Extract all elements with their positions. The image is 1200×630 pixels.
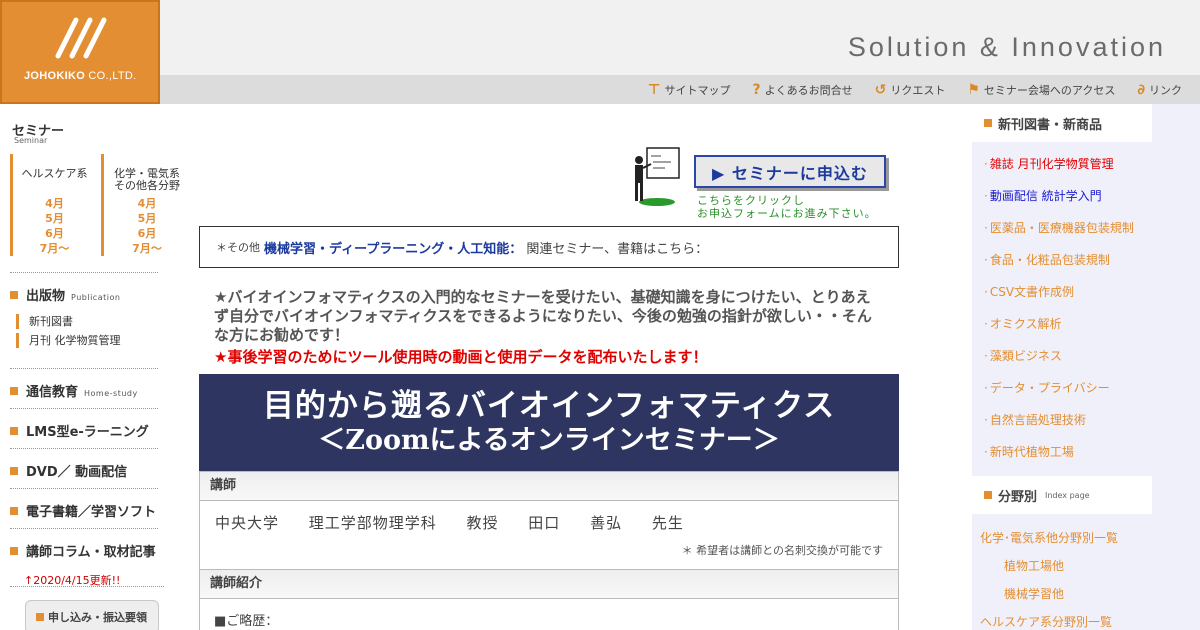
bullet-icon [10,507,18,515]
new-item-statistics-video[interactable]: · 動画配信 統計学入門 [972,180,1152,212]
intro-red-text: ★事後学習のためにツール使用時の動画と使用データを配布いたします！ [214,348,708,366]
question-icon: ? [752,81,761,98]
chemistry-heading[interactable]: 化学・電気系 その他各分野 [104,154,190,196]
course-title-banner: 目的から遡るバイオインフォマティクス ＜Zoomによるオンラインセミナー＞ [199,374,899,471]
bullet-icon [10,547,18,555]
apply-note: こちらをクリックし お申込フォームにお進み下さい。 [697,194,877,220]
new-item-monthly-chem[interactable]: · 雑誌 月刊化学物質管理 [972,148,1152,180]
related-box: ＊その他 機械学習・ディープラーニング・人工知能： 関連セミナー、書籍はこちら： [199,226,899,268]
menu-ebook: 電子書籍／学習ソフト [10,488,158,520]
new-item-omics[interactable]: · オミクス解析 [972,308,1152,340]
healthcare-month-apr[interactable]: 4月 [13,196,96,211]
presenter-icon [635,147,680,206]
lecturer-note: ＊ 希望者は講師との名刺交換が可能です [681,544,883,557]
cat-plant-factory[interactable]: 植物工場他 [972,552,1200,580]
chemistry-month-apr[interactable]: 4月 [104,196,190,211]
nav-request[interactable]: ↺ リクエスト [875,82,946,98]
company-logo[interactable]: JOHOKIKO CO.,LTD. [0,0,160,104]
menu-home-study: 通信教育 Home-study [10,368,158,400]
new-item-pharma-packaging[interactable]: · 医薬品・医療機器包装規制 [972,212,1152,244]
lecturer-intro-heading: 講師紹介 [199,569,899,599]
chemistry-month-jul[interactable]: 7月～ [104,241,190,256]
chemistry-month-may[interactable]: 5月 [104,211,190,226]
ml-related-link[interactable]: 機械学習・ディープラーニング・人工知能： [264,238,522,257]
divider [10,586,164,587]
nav-access[interactable]: ⚑ セミナー会場へのアクセス [967,82,1115,98]
apply-guide-button[interactable]: 申し込み・振込要領 [25,600,159,630]
cat-chem-electric[interactable]: 化学･電気系他分野別一覧 [972,524,1200,552]
bullet-icon [10,467,18,475]
chemistry-month-jun[interactable]: 6月 [104,226,190,241]
right-sidebar: 新刊図書・新商品 · 雑誌 月刊化学物質管理 · 動画配信 統計学入門 · 医薬品・医… [972,104,1200,630]
career-label: ■ご略歴： [214,614,279,629]
left-sidebar: セミナー Seminar ヘルスケア系 4月 5月 6月 7月～ 化学・電気系そ… [0,104,190,630]
nav-faq[interactable]: ? よくあるお問合せ [753,82,853,98]
home-study-title[interactable]: 通信教育 Home-study [10,369,158,400]
logo-slashes-icon [55,17,107,59]
seminar-chemistry-column: 化学・電気系 その他各分野 4月 5月 6月 7月～ [101,154,190,256]
publication-monthly-chem[interactable]: 月刊 化学物質管理 [16,333,158,348]
new-products-heading: 新刊図書・新商品 [972,104,1152,142]
seminar-healthcare-column: ヘルスケア系 4月 5月 6月 7月～ [10,154,96,256]
course-format: ＜Zoomによるオンラインセミナー＞ [318,425,780,456]
healthcare-month-jun[interactable]: 6月 [13,226,96,241]
lms-title[interactable]: LMS型e-ラーニング [10,409,158,440]
signpost-icon: ⊤ [647,81,661,98]
bullet-icon [10,387,18,395]
ebook-title[interactable]: 電子書籍／学習ソフト [10,489,158,520]
nav-link[interactable]: ∂ リンク [1137,82,1182,98]
menu-publication: 出版物 Publication 新刊図書 月刊 化学物質管理 [10,272,158,348]
menu-lms: LMS型e-ラーニング [10,408,158,440]
bullet-icon [984,119,992,127]
request-icon: ↺ [874,81,887,98]
publication-new-books[interactable]: 新刊図書 [16,314,158,329]
bullet-icon [36,613,44,621]
new-products-list: · 雑誌 月刊化学物質管理 · 動画配信 統計学入門 · 医薬品・医療機器包装規制 ·… [972,148,1152,468]
lecturer-heading: 講師 [199,471,899,501]
publication-title[interactable]: 出版物 Publication [10,273,158,304]
new-item-food-packaging[interactable]: · 食品・化粧品包装規制 [972,244,1152,276]
new-item-privacy[interactable]: · データ・プライバシー [972,372,1152,404]
top-nav: ⊤ サイトマップ ? よくあるお問合せ ↺ リクエスト ⚑ セミナー会場へのアクセス ∂… [160,75,1200,104]
new-item-algae[interactable]: · 藻類ビジネス [972,340,1152,372]
healthcare-month-jul[interactable]: 7月～ [13,241,96,256]
bullet-icon [10,291,18,299]
intro-text: ★バイオインフォマティクスの入門的なセミナーを受けたい、基礎知識を身につけたい、… [214,288,872,344]
lecturer-intro-section [199,599,899,630]
menu-column: 講師コラム・取材記事 [10,528,158,560]
category-list: 化学･電気系他分野別一覧 植物工場他 機械学習他 ヘルスケア系分野別一覧 [972,524,1200,630]
new-item-plant-factory[interactable]: · 新時代植物工場 [972,436,1152,468]
apply-seminar-button[interactable]: ▶ セミナーに申込む [694,155,886,188]
cat-healthcare[interactable]: ヘルスケア系分野別一覧 [972,608,1200,630]
healthcare-heading[interactable]: ヘルスケア系 [13,154,96,196]
healthcare-month-may[interactable]: 5月 [13,211,96,226]
cat-machine-learning[interactable]: 機械学習他 [972,580,1200,608]
flag-icon: ⚑ [967,81,980,98]
new-item-nlp[interactable]: · 自然言語処理技術 [972,404,1152,436]
menu-dvd: DVD／ 動画配信 [10,448,158,480]
course-title: 目的から遡るバイオインフォマティクス [262,388,836,424]
header: JOHOKIKO CO.,LTD. Solution & Innovation … [0,0,1200,104]
logo-text: JOHOKIKO CO.,LTD. [24,70,137,82]
dvd-title[interactable]: DVD／ 動画配信 [10,449,158,480]
lecturer-name: 中央大学 理工学部物理学科 教授 田口 善弘 先生 [215,514,684,532]
new-item-csv[interactable]: · CSV文書作成例 [972,276,1152,308]
link-icon: ∂ [1137,81,1145,98]
bullet-icon [10,427,18,435]
bullet-icon [984,491,992,499]
slogan: Solution & Innovation [847,32,1166,62]
nav-sitemap[interactable]: ⊤ サイトマップ [648,82,731,98]
category-heading: 分野別 Index page [972,476,1152,514]
seminar-subtitle: Seminar [14,136,48,145]
column-title[interactable]: 講師コラム・取材記事 [10,529,158,560]
